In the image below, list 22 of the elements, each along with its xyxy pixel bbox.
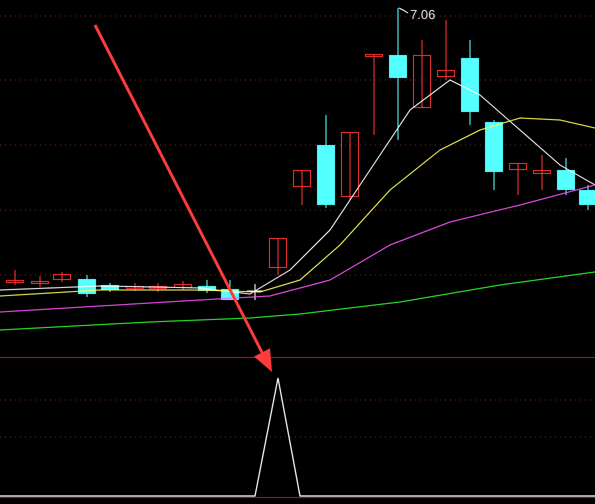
candlestick bbox=[413, 40, 431, 108]
candlestick bbox=[293, 170, 311, 206]
candlestick bbox=[509, 162, 527, 196]
candlestick bbox=[341, 132, 359, 200]
high-price-marker bbox=[398, 8, 408, 14]
candlestick bbox=[174, 280, 192, 290]
candlestick bbox=[485, 120, 503, 190]
candlestick bbox=[246, 284, 264, 300]
candlestick bbox=[78, 274, 96, 298]
candlestick bbox=[126, 282, 144, 292]
candlestick bbox=[149, 282, 167, 292]
candlestick bbox=[31, 276, 49, 288]
candlestick bbox=[101, 282, 119, 292]
candlestick bbox=[269, 238, 287, 276]
candlestick bbox=[437, 20, 455, 80]
high-price-label: 7.06 bbox=[410, 7, 436, 22]
candlestick bbox=[53, 272, 71, 282]
candlestick bbox=[198, 280, 216, 294]
candlestick bbox=[6, 270, 24, 286]
candlestick bbox=[557, 158, 575, 196]
candlestick bbox=[533, 154, 551, 190]
candlestick bbox=[579, 184, 595, 210]
